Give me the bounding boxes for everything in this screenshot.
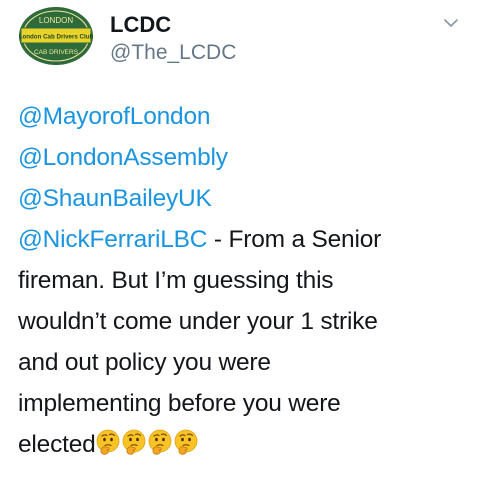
avatar[interactable]: LONDON London Cab Drivers Club CAB DRIVE…: [18, 6, 94, 66]
logo-bottom-text: CAB DRIVERS: [34, 49, 79, 56]
mention-link[interactable]: @NickFerrariLBC: [18, 226, 208, 253]
tweet-line: implementing before you were: [18, 390, 341, 417]
tweet-line: wouldn’t come under your 1 strike: [18, 308, 378, 335]
display-name[interactable]: LCDC: [110, 12, 236, 38]
tweet-text: @MayorofLondon @LondonAssembly @ShaunBai…: [18, 96, 468, 465]
logo-middle-text: London Cab Drivers Club: [19, 34, 94, 41]
mention-link[interactable]: @ShaunBaileyUK: [18, 185, 212, 212]
chevron-down-icon[interactable]: [440, 12, 462, 34]
tweet-last-word: elected: [18, 431, 96, 458]
mention-link[interactable]: @MayorofLondon: [18, 103, 211, 130]
lcdc-logo-icon: LONDON London Cab Drivers Club CAB DRIVE…: [19, 7, 94, 65]
thinking-face-emoji-icon: [96, 429, 120, 455]
logo-top-text: LONDON: [39, 16, 73, 25]
tweet-header: LONDON London Cab Drivers Club CAB DRIVE…: [18, 6, 468, 70]
thinking-face-emoji-icon: [122, 429, 146, 455]
mention-link[interactable]: @LondonAssembly: [18, 144, 228, 171]
account-names: LCDC @The_LCDC: [110, 12, 236, 66]
tweet-text-fragment: - From a Senior: [207, 226, 382, 253]
thinking-face-emoji-icon: [148, 429, 172, 455]
tweet-line: fireman. But I’m guessing this: [18, 267, 334, 294]
thinking-face-emoji-icon: [174, 429, 198, 455]
user-handle[interactable]: @The_LCDC: [110, 40, 236, 66]
emoji-row: [96, 429, 200, 458]
tweet-line: and out policy you were: [18, 349, 271, 376]
